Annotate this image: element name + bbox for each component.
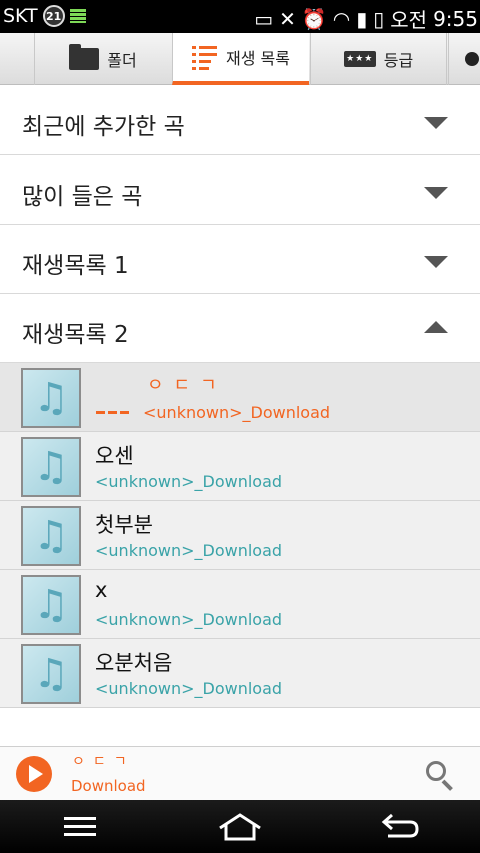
song-title: 오분처음 xyxy=(95,651,173,675)
section-label: 재생목록 2 xyxy=(22,322,129,348)
section-label: 재생목록 1 xyxy=(22,253,129,279)
song-title: 첫부분 xyxy=(95,513,153,537)
screen-mirror-icon: ▭ xyxy=(254,6,274,31)
tab-rating[interactable]: ★★★ 등급 xyxy=(310,33,447,85)
song-subtitle: <unknown>_Download xyxy=(95,679,283,698)
list-item[interactable]: ♫ ㅇㄷㄱ <unknown>_Download xyxy=(0,363,480,432)
system-nav-bar xyxy=(0,800,480,853)
mini-player-subtitle: Download xyxy=(71,777,146,795)
clock: 9:55 xyxy=(433,6,478,31)
folder-icon xyxy=(69,44,100,70)
song-subtitle: <unknown>_Download xyxy=(95,541,283,560)
music-note-icon: ♫ xyxy=(33,375,69,421)
tab-playlist-label: 재생 목록 xyxy=(226,49,290,68)
mini-player-title: ㅇㄷㄱ xyxy=(72,754,135,770)
list-item[interactable]: ♫ 오분처음 <unknown>_Download xyxy=(0,639,480,708)
section-playlist-1[interactable]: 재생목록 1 xyxy=(0,225,480,294)
album-art: ♫ xyxy=(21,644,81,704)
tab-folder-label: 폴더 xyxy=(107,51,137,70)
back-button[interactable] xyxy=(370,807,430,847)
music-note-icon: ♫ xyxy=(33,582,69,628)
list-item[interactable]: ♫ 오센 <unknown>_Download xyxy=(0,432,480,501)
music-note-icon: ♫ xyxy=(33,651,69,697)
notification-badge-icon: 21 xyxy=(42,5,65,27)
tab-folder[interactable]: 폴더 xyxy=(34,33,171,85)
battery-icon: ▯ xyxy=(373,6,385,31)
expand-arrow-icon[interactable] xyxy=(424,187,448,199)
album-art: ♫ xyxy=(21,575,81,635)
section-label: 많이 들은 곡 xyxy=(22,184,143,210)
collapse-arrow-icon[interactable] xyxy=(424,321,448,333)
album-art: ♫ xyxy=(21,437,81,497)
song-title: 오센 xyxy=(95,444,134,468)
song-title: ㅇㄷㄱ xyxy=(147,375,227,396)
list-item[interactable]: ♫ 첫부분 <unknown>_Download xyxy=(0,501,480,570)
now-playing-indicator-icon xyxy=(96,411,129,414)
play-button[interactable] xyxy=(16,756,52,792)
music-note-icon: ♫ xyxy=(33,513,69,559)
tab-scroll-left[interactable] xyxy=(0,33,34,85)
tab-bar: 폴더 재생 목록 ★★★ 등급 xyxy=(0,33,480,85)
expand-arrow-icon[interactable] xyxy=(424,256,448,268)
song-subtitle: <unknown>_Download xyxy=(95,472,283,491)
song-subtitle: <unknown>_Download xyxy=(95,610,283,629)
home-button[interactable] xyxy=(210,807,270,847)
song-title: x xyxy=(95,578,108,602)
search-icon[interactable] xyxy=(424,759,456,791)
menu-icon xyxy=(64,812,96,841)
mini-player[interactable]: ㅇㄷㄱ Download xyxy=(0,746,480,800)
section-label: 최근에 추가한 곡 xyxy=(22,114,185,140)
song-list: ♫ ㅇㄷㄱ <unknown>_Download ♫ 오센 <unknown>_… xyxy=(0,363,480,708)
playlist-icon xyxy=(192,44,218,70)
music-note-icon: ♫ xyxy=(33,444,69,490)
ampm-label: 오전 xyxy=(390,8,428,32)
carrier-label: SKT xyxy=(3,5,38,27)
song-subtitle: <unknown>_Download xyxy=(143,403,331,422)
album-art: ♫ xyxy=(21,368,81,428)
section-recently-added[interactable]: 최근에 추가한 곡 xyxy=(0,86,480,155)
section-most-played[interactable]: 많이 들은 곡 xyxy=(0,156,480,225)
mute-icon: ✕ xyxy=(279,6,296,31)
tab-playlist[interactable]: 재생 목록 xyxy=(172,33,309,85)
status-bar: SKT 21 ▭ ✕ ⏰ ◠ ▮ ▯ 오전 9:55 xyxy=(0,0,480,33)
more-tab-icon xyxy=(464,52,479,66)
tab-rating-label: 등급 xyxy=(383,51,414,70)
section-playlist-2[interactable]: 재생목록 2 xyxy=(0,294,480,363)
wifi-icon: ◠ xyxy=(332,6,351,31)
play-icon xyxy=(29,765,43,783)
alarm-icon: ⏰ xyxy=(301,6,327,31)
app-notification-icon xyxy=(69,9,86,23)
expand-arrow-icon[interactable] xyxy=(424,117,448,129)
album-art: ♫ xyxy=(21,506,81,566)
rating-icon: ★★★ xyxy=(343,51,376,67)
signal-icon: ▮ xyxy=(356,6,368,31)
menu-button[interactable] xyxy=(50,807,110,847)
list-item[interactable]: ♫ x <unknown>_Download xyxy=(0,570,480,639)
tab-more[interactable] xyxy=(448,33,480,85)
back-icon xyxy=(381,813,419,837)
home-icon xyxy=(219,812,261,840)
